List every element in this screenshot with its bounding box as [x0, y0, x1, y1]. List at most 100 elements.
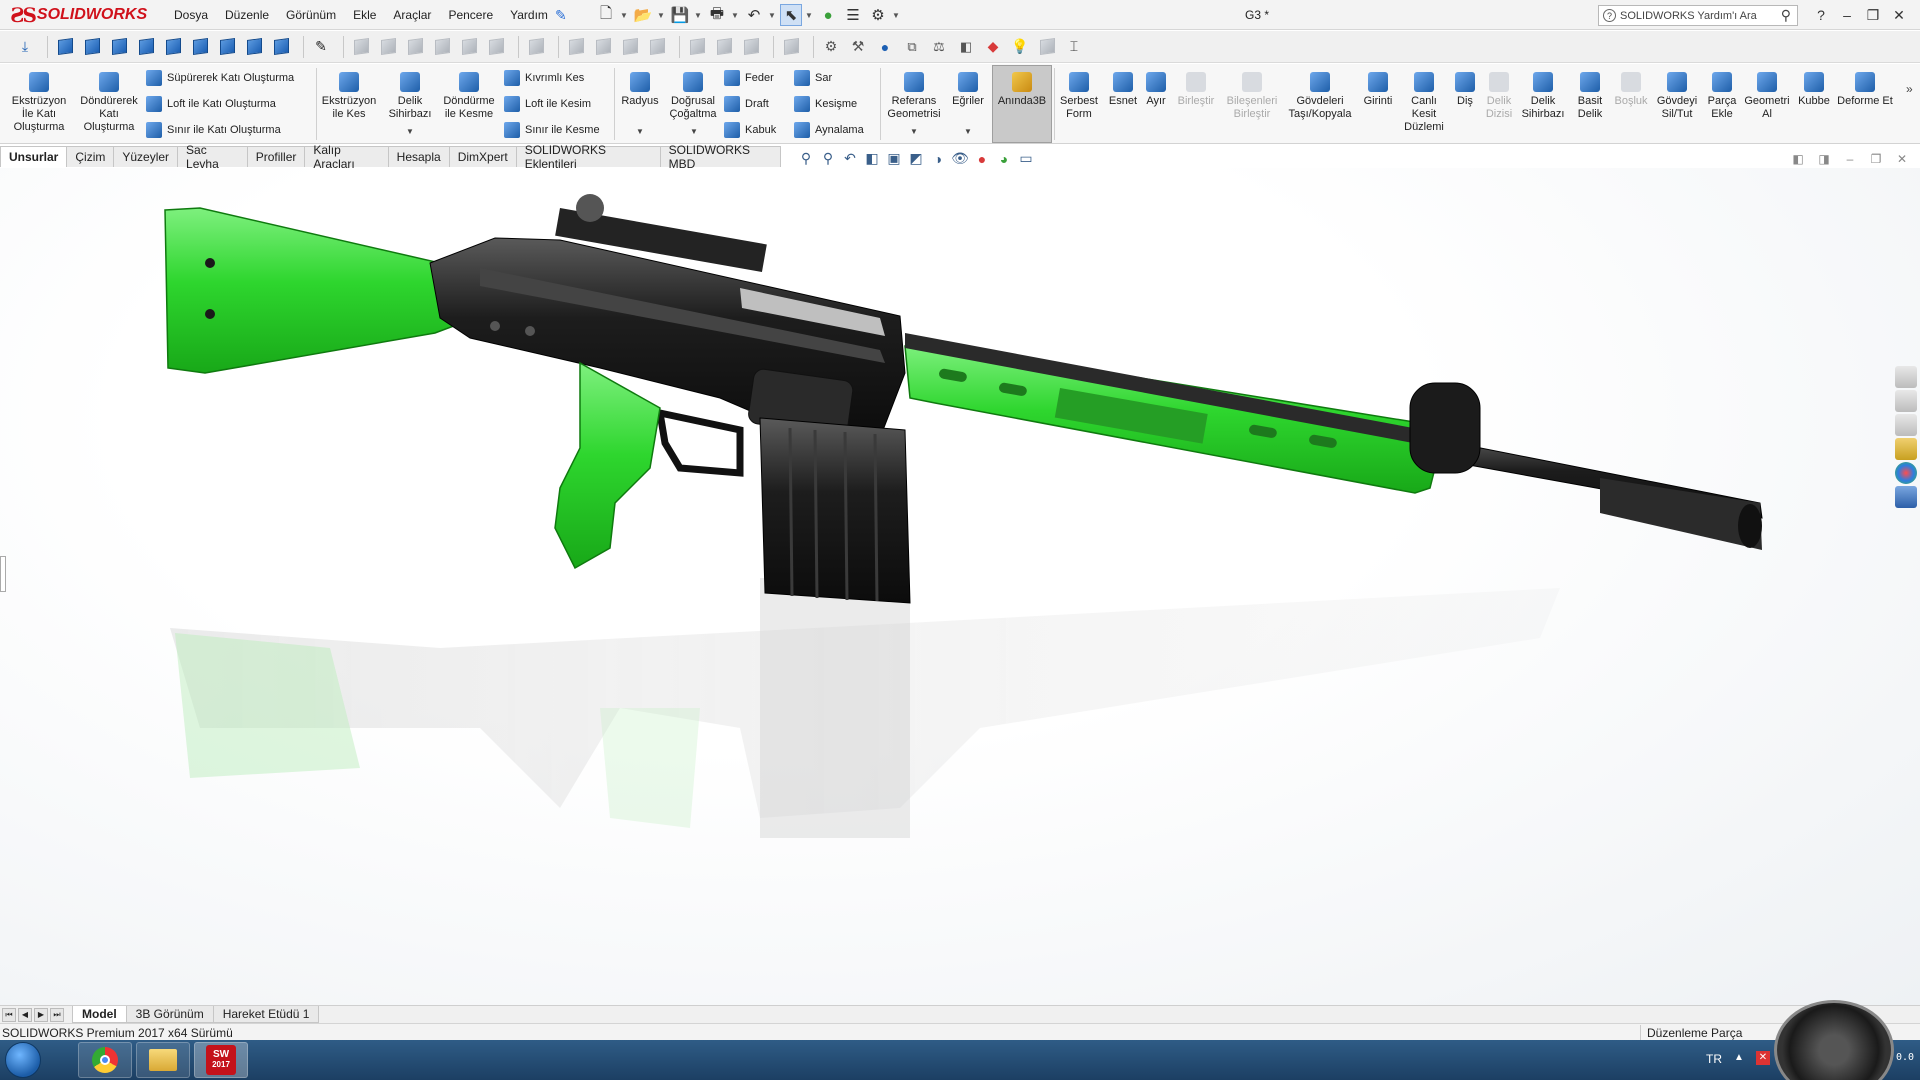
boundary-cut-button[interactable]: Sınır ile Kesme	[504, 120, 600, 140]
first-tab-icon[interactable]: ⏮	[2, 1007, 16, 1022]
menu-insert[interactable]: Ekle	[353, 8, 376, 22]
appearances-icon[interactable]	[1895, 462, 1917, 484]
chevron-down-icon[interactable]: ▼	[636, 127, 644, 136]
view-palette-icon[interactable]	[1895, 438, 1917, 460]
chevron-down-icon[interactable]: ▼	[694, 11, 702, 20]
sweep-boss-button[interactable]: Süpürerek Katı Oluşturma	[146, 68, 294, 88]
chevron-down-icon[interactable]: ▼	[620, 11, 628, 20]
menu-help[interactable]: Yardım	[510, 8, 548, 22]
feature-tree-flyout-handle[interactable]	[0, 556, 6, 592]
tab-profiles[interactable]: Profiller	[246, 146, 306, 167]
swept-cut-button[interactable]: Kıvrımlı Kes	[504, 68, 584, 88]
previous-view-icon[interactable]: ↶	[839, 150, 861, 167]
search-icon[interactable]: ⚲	[1781, 7, 1791, 24]
tab-addins[interactable]: SOLIDWORKS Eklentileri	[515, 143, 661, 171]
move-copy-bodies-button[interactable]: Gövdeleri Taşı/Kopyala	[1284, 72, 1356, 121]
magazine[interactable]	[759, 417, 911, 604]
loft-cut-button[interactable]: Loft ile Kesim	[504, 94, 591, 114]
close-icon[interactable]: ✕	[1886, 7, 1912, 24]
open-folder-icon[interactable]: 📂	[632, 4, 654, 26]
custom-properties-icon[interactable]	[1895, 486, 1917, 508]
overflow-chevron-icon[interactable]: »	[1906, 82, 1913, 96]
extrude-cut-button[interactable]: Ekstrüzyon ile Kes	[318, 72, 380, 121]
mirror-button[interactable]: Aynalama	[794, 120, 864, 140]
restore-icon[interactable]: ❐	[1860, 7, 1886, 24]
trimetric-view-icon[interactable]	[243, 36, 265, 58]
select-pointer-icon[interactable]: ⬉	[780, 4, 802, 26]
intersect-button[interactable]: Kesişme	[794, 94, 857, 114]
view-orientation-icon[interactable]: ◩	[905, 150, 927, 167]
menu-file[interactable]: Dosya	[174, 8, 208, 22]
file-explorer-icon[interactable]	[1895, 414, 1917, 436]
shell-button[interactable]: Kabuk	[724, 120, 776, 140]
chevron-down-icon[interactable]: ▼	[892, 11, 900, 20]
cavity-button[interactable]: Boşluk	[1612, 72, 1650, 108]
pin-icon[interactable]: ✎	[555, 7, 569, 23]
print-icon[interactable]: 🖶	[706, 4, 728, 26]
receiver[interactable]	[429, 194, 906, 439]
rifle-model[interactable]	[0, 168, 1920, 1005]
free-form-button[interactable]: Serbest Form	[1056, 72, 1102, 121]
tab-model[interactable]: Model	[72, 1006, 127, 1023]
show-hidden-icons-icon[interactable]: ▲	[1734, 1052, 1744, 1063]
right-view-icon[interactable]	[135, 36, 157, 58]
light-bulb-icon[interactable]: 💡	[1009, 36, 1031, 58]
chevron-down-icon[interactable]: ▼	[690, 127, 698, 136]
pistol-grip[interactable]	[554, 361, 661, 570]
dimension-icon[interactable]: ⌶	[1063, 36, 1085, 58]
curves-button[interactable]: Eğriler	[948, 72, 988, 108]
language-indicator[interactable]: TR	[1706, 1052, 1722, 1066]
edit-appearance-icon[interactable]: ●	[971, 151, 993, 167]
chevron-down-icon[interactable]: ▼	[731, 11, 739, 20]
buttstock[interactable]	[164, 207, 477, 374]
file-properties-icon[interactable]: ☰	[842, 4, 864, 26]
combine-button[interactable]: Birleştir	[1172, 72, 1220, 108]
chevron-down-icon[interactable]: ▼	[768, 11, 776, 20]
dome-button[interactable]: Kubbe	[1794, 72, 1834, 108]
import-geometry-button[interactable]: Geometri Al	[1742, 72, 1792, 121]
draft-button[interactable]: Draft	[724, 94, 769, 114]
bottom-view-icon[interactable]	[189, 36, 211, 58]
solidworks-logo[interactable]: ƧS SOLIDWORKS	[10, 3, 155, 27]
color-display-icon[interactable]: ◆	[982, 36, 1004, 58]
display-style-icon[interactable]: ◑	[927, 151, 949, 167]
menu-view[interactable]: Görünüm	[286, 8, 336, 22]
section-view-icon[interactable]: ◧	[861, 150, 883, 167]
chrome-taskbar-button[interactable]	[78, 1042, 132, 1078]
menu-window[interactable]: Pencere	[448, 8, 493, 22]
tab-dimxpert[interactable]: DimXpert	[448, 146, 517, 167]
measure-icon[interactable]: ⧉	[901, 36, 923, 58]
mass-properties-icon[interactable]: ⚖	[928, 36, 950, 58]
instant3d-button[interactable]: Anında3B	[994, 72, 1050, 108]
save-icon[interactable]: 💾	[669, 4, 691, 26]
new-document-icon[interactable]: 🗋	[595, 4, 617, 26]
loft-boss-button[interactable]: Loft ile Katı Oluşturma	[146, 94, 276, 114]
design-library-icon[interactable]	[1895, 390, 1917, 412]
sketch-pencil-icon[interactable]: ✎	[310, 36, 332, 58]
thread-button[interactable]: Diş	[1450, 72, 1480, 108]
tab-mbd[interactable]: SOLIDWORKS MBD	[659, 143, 781, 171]
view-settings-icon[interactable]: ▭	[1015, 150, 1037, 167]
hole-series-button[interactable]: Delik Dizisi	[1482, 72, 1516, 121]
close-icon[interactable]: ✕	[1889, 152, 1915, 166]
appearance-sphere-icon[interactable]: ●	[874, 36, 896, 58]
deform-button[interactable]: Deforme Et	[1836, 72, 1894, 108]
menu-tools[interactable]: Araçlar	[393, 8, 431, 22]
split-button[interactable]: Ayır	[1142, 72, 1170, 108]
tab-motion-study[interactable]: Hareket Etüdü 1	[212, 1006, 320, 1023]
simple-hole-button[interactable]: Basit Delik	[1570, 72, 1610, 121]
chevron-down-icon[interactable]: ▼	[910, 127, 918, 136]
graphics-area[interactable]: Y X	[0, 168, 1920, 1005]
tab-sheet-metal[interactable]: Sac Levha	[177, 143, 248, 171]
tab-evaluate[interactable]: Hesapla	[387, 146, 450, 167]
tab-3d-view[interactable]: 3B Görünüm	[125, 1006, 214, 1023]
boundary-boss-button[interactable]: Sınır ile Katı Oluşturma	[146, 120, 281, 140]
flex-button[interactable]: Esnet	[1104, 72, 1142, 108]
chevron-down-icon[interactable]: ▼	[805, 11, 813, 20]
reference-geometry-button[interactable]: Referans Geometrisi	[882, 72, 946, 121]
network-error-icon[interactable]: ✕	[1756, 1051, 1770, 1065]
last-tab-icon[interactable]: ⏭	[50, 1007, 64, 1022]
normal-to-icon[interactable]: ⤓	[14, 36, 36, 58]
indent-button[interactable]: Girinti	[1358, 72, 1398, 108]
smart-mate-icon[interactable]: ⚒	[847, 36, 869, 58]
